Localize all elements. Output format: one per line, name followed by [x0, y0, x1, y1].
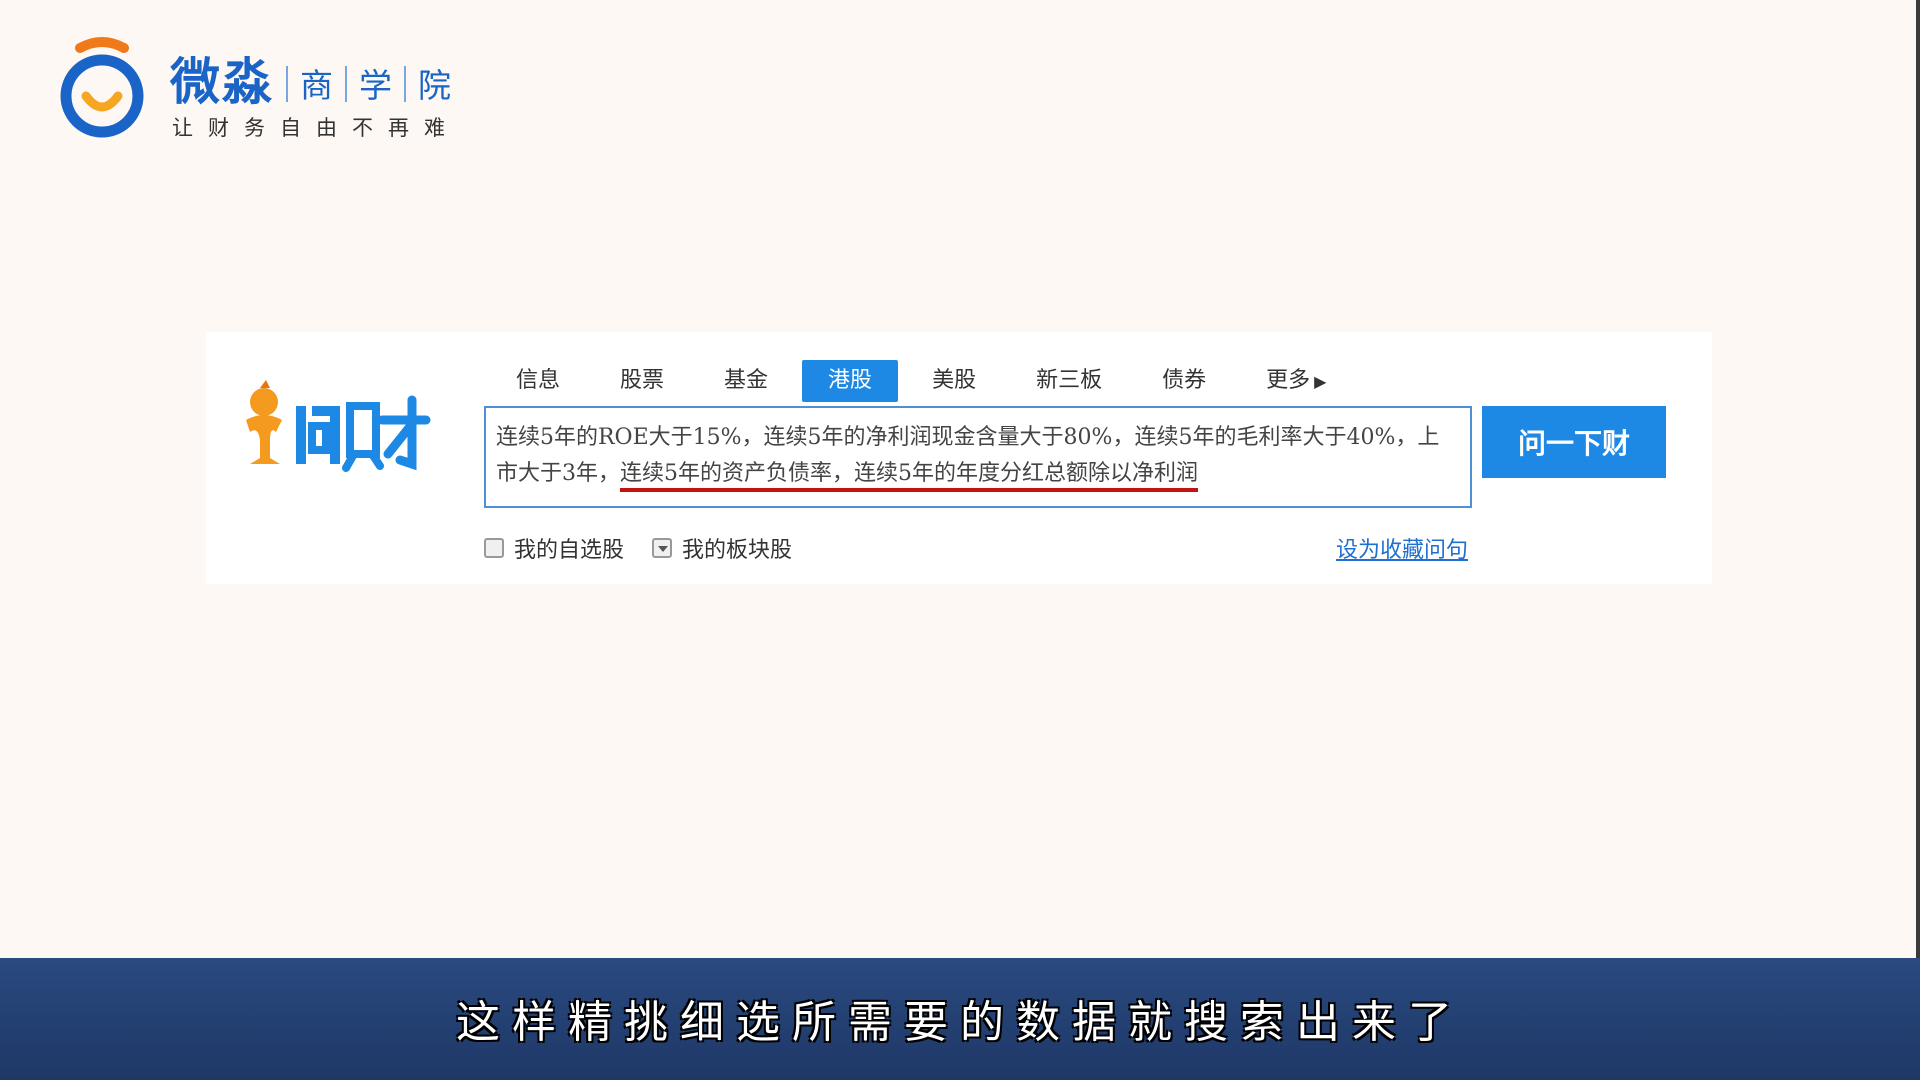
subtitle-text: 这样精挑细选所需要的数据就搜索出来了 [456, 997, 1464, 1048]
query-text-underlined: 连续5年的资产负债率，连续5年的年度分红总额除以净利润 [620, 461, 1198, 492]
tab-label: 更多 [1266, 368, 1311, 393]
sector-label: 我的板块股 [682, 538, 793, 563]
brand-sub-1: 商 [300, 66, 333, 105]
sector-dropdown-checkbox[interactable] [652, 538, 673, 558]
tab-funds[interactable]: 基金 [698, 360, 794, 402]
subtitle-bar: 这样精挑细选所需要的数据就搜索出来了 [0, 958, 1920, 1080]
triangle-right-icon: ▶ [1314, 372, 1327, 391]
brand-logo: 微淼 商 学 院 让财务自由不再难 [50, 34, 470, 144]
category-tabs: 信息 股票 基金 港股 美股 新三板 债券 更多 ▶ [490, 360, 1360, 402]
tab-label: 债券 [1162, 368, 1207, 393]
tab-label: 美股 [932, 368, 977, 393]
tab-label: 股票 [620, 368, 665, 393]
tab-label: 新三板 [1036, 368, 1103, 393]
brand-divider [286, 66, 288, 102]
weimiao-logo-icon [60, 37, 144, 138]
brand-name: 微淼 商 学 院 [170, 48, 451, 108]
tab-neeq[interactable]: 新三板 [1010, 360, 1128, 402]
tab-label: 信息 [516, 368, 561, 393]
brand-sub-3: 院 [418, 66, 451, 105]
self-selected-label: 我的自选股 [514, 538, 625, 563]
brand-slogan: 让财务自由不再难 [172, 116, 460, 140]
wencai-search-panel: 信息 股票 基金 港股 美股 新三板 债券 更多 ▶ 连续5年的ROE大于15%，… [206, 332, 1712, 584]
search-query-input[interactable]: 连续5年的ROE大于15%，连续5年的净利润现金含量大于80%，连续5年的毛利率… [484, 406, 1472, 508]
tab-label: 港股 [828, 368, 873, 393]
tab-label: 基金 [724, 368, 769, 393]
brand-sub-2: 学 [359, 66, 392, 105]
tab-us-stocks[interactable]: 美股 [906, 360, 1002, 402]
brand-title: 微淼 [170, 53, 274, 111]
search-options: 我的自选股 我的板块股 [484, 532, 820, 564]
tab-stocks[interactable]: 股票 [594, 360, 690, 402]
tab-more[interactable]: 更多 ▶ [1240, 360, 1352, 402]
ask-button[interactable]: 问一下财 [1482, 406, 1666, 478]
tab-info[interactable]: 信息 [490, 360, 586, 402]
screen-edge [1916, 0, 1920, 1080]
self-selected-checkbox[interactable] [484, 538, 504, 558]
wencai-logo-icon [246, 380, 431, 472]
brand-divider [404, 66, 406, 102]
tab-bonds[interactable]: 债券 [1136, 360, 1232, 402]
brand-divider [345, 66, 347, 102]
tab-hk-stocks[interactable]: 港股 [802, 360, 899, 402]
save-query-link[interactable]: 设为收藏问句 [1336, 532, 1468, 564]
